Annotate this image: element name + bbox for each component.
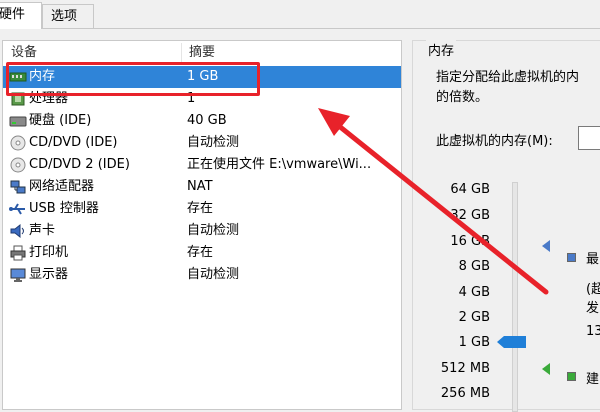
annotation-arrow-icon <box>318 108 549 295</box>
tab-hardware[interactable]: 硬件 <box>0 2 42 29</box>
tab-hardware-label: 硬件 <box>0 7 26 22</box>
